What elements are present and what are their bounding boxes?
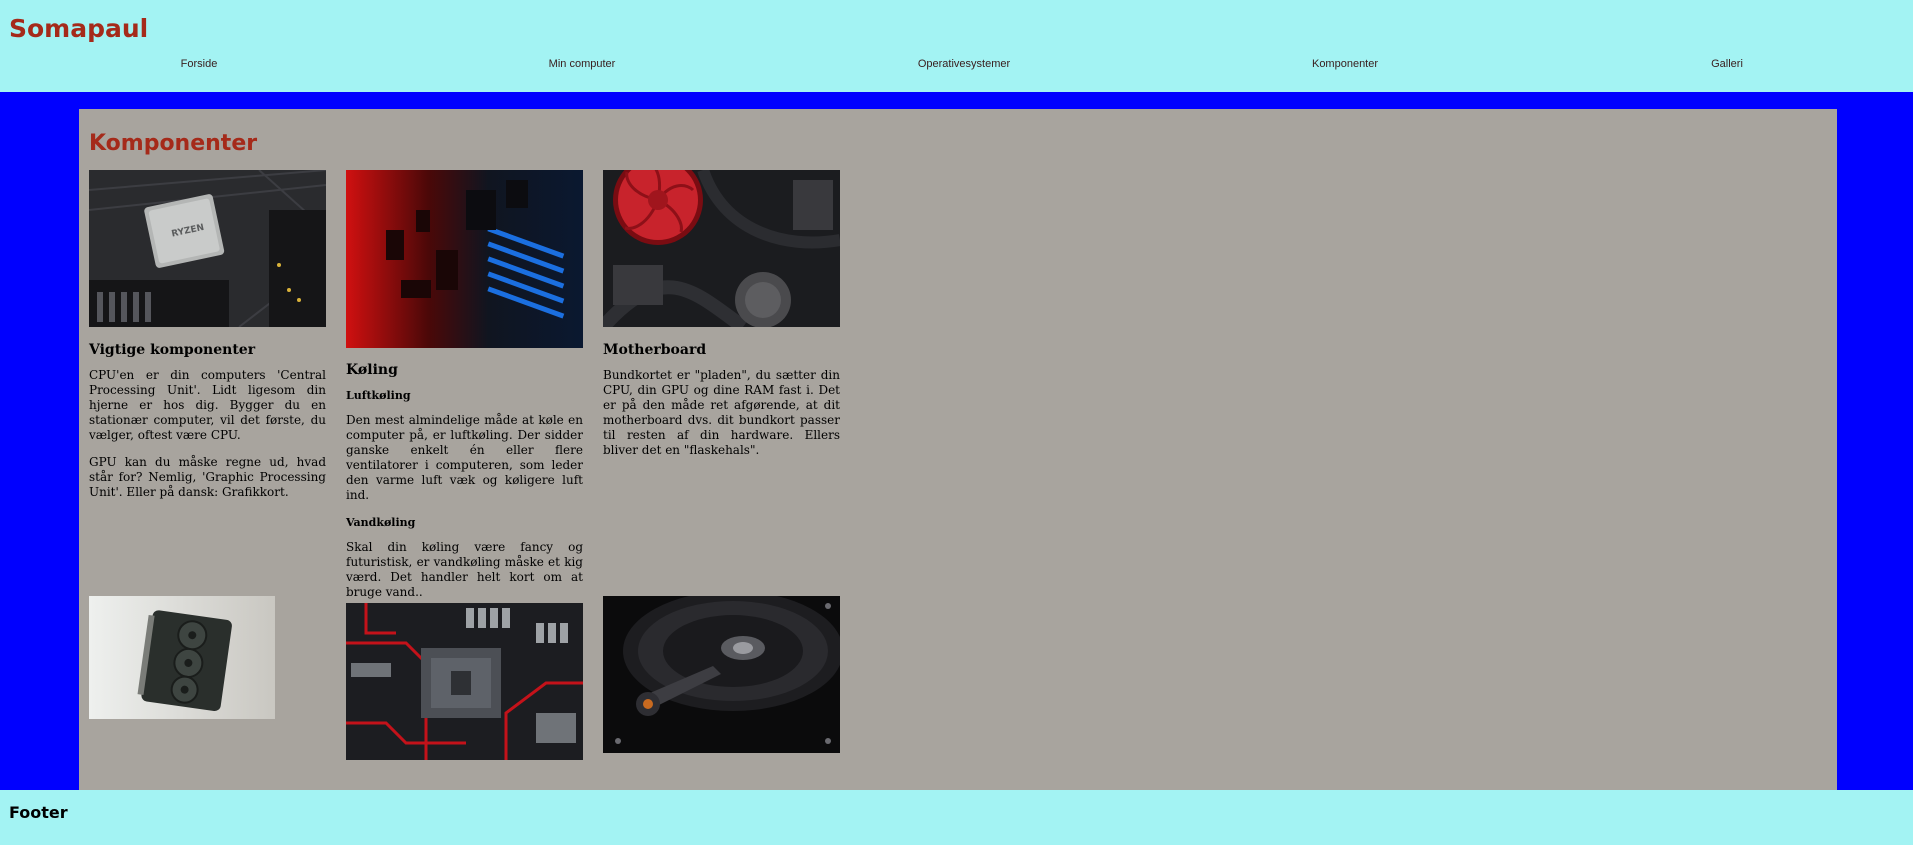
section-paragraph: CPU'en er din computers 'Central Process… — [89, 368, 326, 442]
subsection-heading: Luftkøling — [346, 389, 411, 402]
main-content: Komponenter RYZEN Vigtige komponenter CP… — [79, 109, 1837, 790]
site-logo[interactable]: Somapaul — [9, 14, 148, 43]
footer-text: Footer — [9, 803, 68, 822]
page-title: Komponenter — [89, 131, 258, 156]
graphics-card-photo — [89, 596, 275, 719]
section-paragraph: GPU kan du måske regne ud, hvad står for… — [89, 455, 326, 499]
section-heading: Vigtige komponenter — [89, 342, 256, 358]
section-koling: Køling Luftkøling Den mest almindelige m… — [346, 363, 583, 612]
main-nav: Forside Min computer Operativesystemer K… — [0, 58, 1913, 72]
nav-item-komponenter[interactable]: Komponenter — [1312, 58, 1378, 70]
section-heading: Motherboard — [603, 342, 707, 358]
section-motherboard: Motherboard Bundkortet er "pladen", du s… — [603, 343, 840, 470]
nav-item-forside[interactable]: Forside — [181, 58, 218, 70]
red-blue-circuit-photo — [346, 170, 583, 348]
section-heading: Køling — [346, 362, 398, 378]
site-header: Somapaul Forside Min computer Operatives… — [0, 0, 1913, 92]
site-footer: Footer — [0, 790, 1913, 845]
subsection-text: Den mest almindelige måde at køle en com… — [346, 413, 583, 502]
section-vigtige-komponenter: Vigtige komponenter CPU'en er din comput… — [89, 343, 326, 512]
nav-item-galleri[interactable]: Galleri — [1711, 58, 1743, 70]
nav-item-min-computer[interactable]: Min computer — [549, 58, 616, 70]
subsection-text: Skal din køling være fancy og futuristis… — [346, 540, 583, 599]
red-fan-cooler-photo — [603, 170, 840, 327]
subsection-heading: Vandkøling — [346, 516, 416, 529]
nav-item-operativesystemer[interactable]: Operativesystemer — [918, 58, 1010, 70]
cpu-ryzen-photo: RYZEN — [89, 170, 326, 327]
section-paragraph: Bundkortet er "pladen", du sætter din CP… — [603, 368, 840, 457]
motherboard-socket-photo — [346, 603, 583, 760]
hard-drive-photo — [603, 596, 840, 753]
